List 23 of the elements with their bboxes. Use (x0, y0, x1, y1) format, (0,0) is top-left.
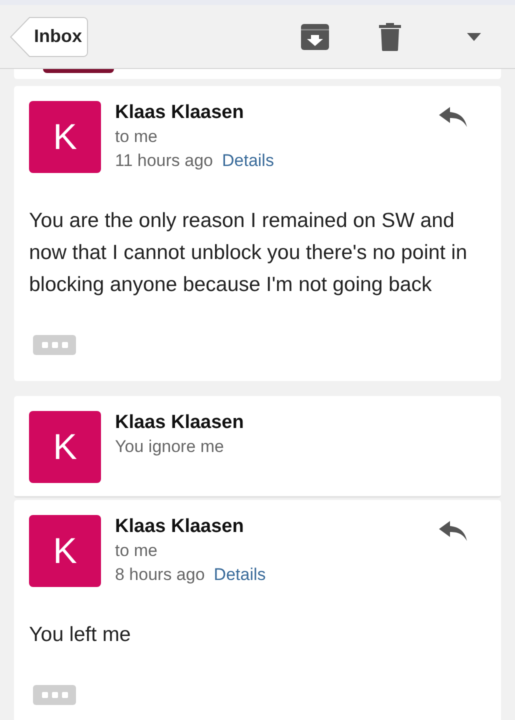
details-link[interactable]: Details (222, 149, 274, 173)
reply-button[interactable] (439, 105, 467, 129)
dropdown-caret-button[interactable] (467, 32, 481, 40)
ellipsis-icon (42, 342, 68, 348)
details-link[interactable]: Details (214, 563, 266, 587)
archive-button[interactable] (301, 24, 329, 50)
message-body: You are the only reason I remained on SW and now that I cannot unblock you there's no point in blocking anyone because I'm not going back (28, 208, 468, 298)
recipient-text: to me (115, 540, 159, 562)
inbox-back-button[interactable]: Inbox (10, 16, 88, 56)
message-snippet: You ignore me (115, 436, 226, 458)
sender-name: Klaas Klaasen (115, 101, 245, 125)
avatar: K (29, 515, 101, 587)
trash-button[interactable] (379, 22, 401, 50)
avatar: K (29, 411, 101, 483)
sender-name: Klaas Klaasen (115, 411, 245, 435)
recipient-text: to me (115, 126, 159, 148)
message-time: 8 hours ago (115, 564, 205, 586)
ellipsis-icon (42, 692, 68, 698)
message-time: 11 hours ago (115, 150, 213, 172)
reply-button[interactable] (439, 519, 467, 543)
message-body: You left me (28, 622, 132, 648)
sender-name: Klaas Klaasen (115, 515, 245, 539)
avatar: K (29, 101, 101, 173)
